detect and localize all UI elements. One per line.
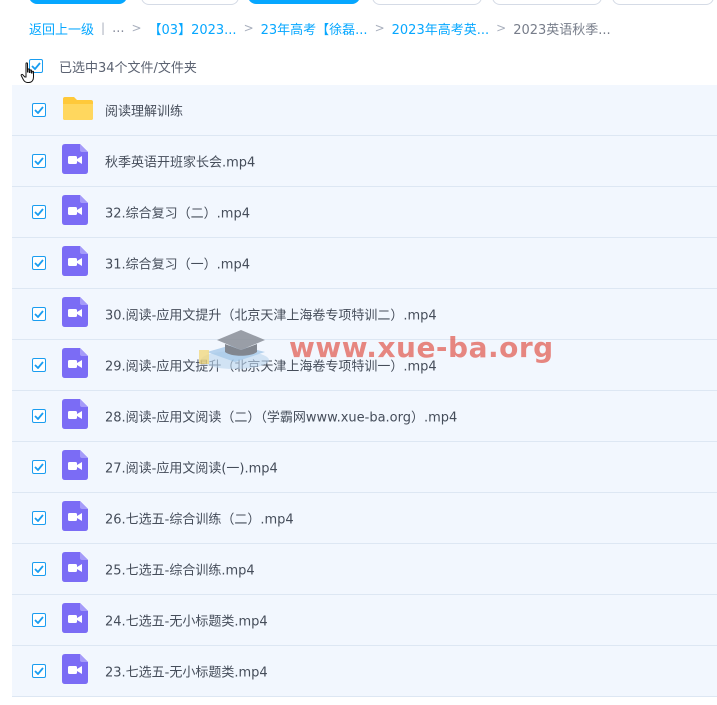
selection-count: 已选中34个文件/文件夹 xyxy=(59,60,197,76)
back-link[interactable]: 返回上一级 xyxy=(29,19,94,38)
upload-button[interactable] xyxy=(29,0,127,4)
row-checkbox[interactable] xyxy=(32,613,46,627)
row-checkbox[interactable] xyxy=(32,307,46,321)
video-icon xyxy=(62,603,88,633)
chevron-right-icon: > xyxy=(243,21,254,35)
file-row[interactable]: 24.七选五-无小标题类.mp4 xyxy=(12,595,717,646)
checkmark-icon xyxy=(34,667,44,675)
video-icon xyxy=(62,399,88,429)
more-button[interactable] xyxy=(612,0,714,5)
chevron-right-icon: > xyxy=(131,21,142,35)
new-folder-button[interactable] xyxy=(141,0,239,5)
video-icon xyxy=(62,297,88,327)
breadcrumb-item[interactable]: 2023年高考英... xyxy=(392,19,489,38)
file-name[interactable]: 30.阅读-应用文提升（北京天津上海卷专项特训二）.mp4 xyxy=(105,305,437,324)
breadcrumb-current: 2023英语秋季... xyxy=(513,22,611,38)
row-checkbox[interactable] xyxy=(32,358,46,372)
row-checkbox[interactable] xyxy=(32,256,46,270)
move-button[interactable] xyxy=(492,0,602,5)
video-icon xyxy=(62,195,88,225)
checkmark-icon xyxy=(34,412,44,420)
checkmark-icon xyxy=(34,106,44,114)
row-checkbox[interactable] xyxy=(32,511,46,525)
chevron-right-icon: > xyxy=(374,21,385,35)
file-row[interactable]: 26.七选五-综合训练（二）.mp4 xyxy=(12,493,717,544)
file-type-icon xyxy=(62,399,88,433)
file-name[interactable]: 26.七选五-综合训练（二）.mp4 xyxy=(105,509,294,528)
checkmark-icon xyxy=(34,565,44,573)
chevron-right-icon: > xyxy=(496,21,507,35)
checkmark-icon xyxy=(34,361,44,369)
row-checkbox[interactable] xyxy=(32,409,46,423)
file-name[interactable]: 27.阅读-应用文阅读(一).mp4 xyxy=(105,458,278,477)
file-type-icon xyxy=(62,297,88,331)
file-name[interactable]: 31.综合复习（一）.mp4 xyxy=(105,254,250,273)
video-icon xyxy=(62,552,88,582)
breadcrumb-item[interactable]: 23年高考【徐磊... xyxy=(261,19,368,38)
file-name[interactable]: 秋季英语开班家长会.mp4 xyxy=(105,152,255,171)
download-button[interactable] xyxy=(248,0,360,4)
row-checkbox[interactable] xyxy=(32,460,46,474)
row-checkbox[interactable] xyxy=(32,103,46,117)
file-type-icon xyxy=(62,654,88,688)
file-row[interactable]: 27.阅读-应用文阅读(一).mp4 xyxy=(12,442,717,493)
row-checkbox[interactable] xyxy=(32,205,46,219)
checkmark-icon xyxy=(34,514,44,522)
breadcrumb-separator: | xyxy=(101,21,106,35)
breadcrumb-ellipsis: ... xyxy=(112,20,125,36)
breadcrumb-item[interactable]: 【03】2023... xyxy=(149,19,237,38)
file-type-icon xyxy=(62,450,88,484)
file-name[interactable]: 24.七选五-无小标题类.mp4 xyxy=(105,611,268,630)
video-icon xyxy=(62,654,88,684)
file-row[interactable]: 29.阅读-应用文提升（北京天津上海卷专项特训一）.mp4 xyxy=(12,340,717,391)
file-row[interactable]: 30.阅读-应用文提升（北京天津上海卷专项特训二）.mp4 xyxy=(12,289,717,340)
checkmark-icon xyxy=(34,463,44,471)
file-row[interactable]: 秋季英语开班家长会.mp4 xyxy=(12,136,717,187)
file-type-icon xyxy=(62,95,94,125)
file-type-icon xyxy=(62,246,88,280)
file-name[interactable]: 阅读理解训练 xyxy=(105,101,183,120)
file-row[interactable]: 31.综合复习（一）.mp4 xyxy=(12,238,717,289)
checkmark-icon xyxy=(34,208,44,216)
file-row[interactable]: 28.阅读-应用文阅读（二）（学霸网www.xue-ba.org）.mp4 xyxy=(12,391,717,442)
file-name[interactable]: 23.七选五-无小标题类.mp4 xyxy=(105,662,268,681)
file-name[interactable]: 28.阅读-应用文阅读（二）（学霸网www.xue-ba.org）.mp4 xyxy=(105,407,457,426)
file-type-icon xyxy=(62,552,88,586)
file-type-icon xyxy=(62,603,88,637)
row-checkbox[interactable] xyxy=(32,154,46,168)
selection-bar: 已选中34个文件/文件夹 xyxy=(29,55,197,77)
file-name[interactable]: 25.七选五-综合训练.mp4 xyxy=(105,560,255,579)
checkmark-icon xyxy=(34,157,44,165)
row-checkbox[interactable] xyxy=(32,664,46,678)
video-icon xyxy=(62,450,88,480)
file-name[interactable]: 32.综合复习（二）.mp4 xyxy=(105,203,250,222)
share-button[interactable] xyxy=(372,0,482,5)
file-list: 阅读理解训练秋季英语开班家长会.mp4 32.综合复习（二）.mp4 31.综合复习… xyxy=(12,85,717,697)
hand-cursor-icon xyxy=(20,62,34,83)
file-row[interactable]: 23.七选五-无小标题类.mp4 xyxy=(12,646,717,697)
file-type-icon xyxy=(62,195,88,229)
row-checkbox[interactable] xyxy=(32,562,46,576)
file-type-icon xyxy=(62,144,88,178)
checkmark-icon xyxy=(34,259,44,267)
file-row[interactable]: 25.七选五-综合训练.mp4 xyxy=(12,544,717,595)
video-icon xyxy=(62,246,88,276)
video-icon xyxy=(62,144,88,174)
breadcrumb: 返回上一级 | ... > 【03】2023... > 23年高考【徐磊... … xyxy=(29,18,611,38)
checkmark-icon xyxy=(34,616,44,624)
file-row[interactable]: 32.综合复习（二）.mp4 xyxy=(12,187,717,238)
file-name[interactable]: 29.阅读-应用文提升（北京天津上海卷专项特训一）.mp4 xyxy=(105,356,437,375)
video-icon xyxy=(62,348,88,378)
file-type-icon xyxy=(62,348,88,382)
folder-icon xyxy=(63,97,93,120)
file-type-icon xyxy=(62,501,88,535)
checkmark-icon xyxy=(34,310,44,318)
video-icon xyxy=(62,501,88,531)
file-row[interactable]: 阅读理解训练 xyxy=(12,85,717,136)
toolbar-buttons xyxy=(0,0,717,6)
